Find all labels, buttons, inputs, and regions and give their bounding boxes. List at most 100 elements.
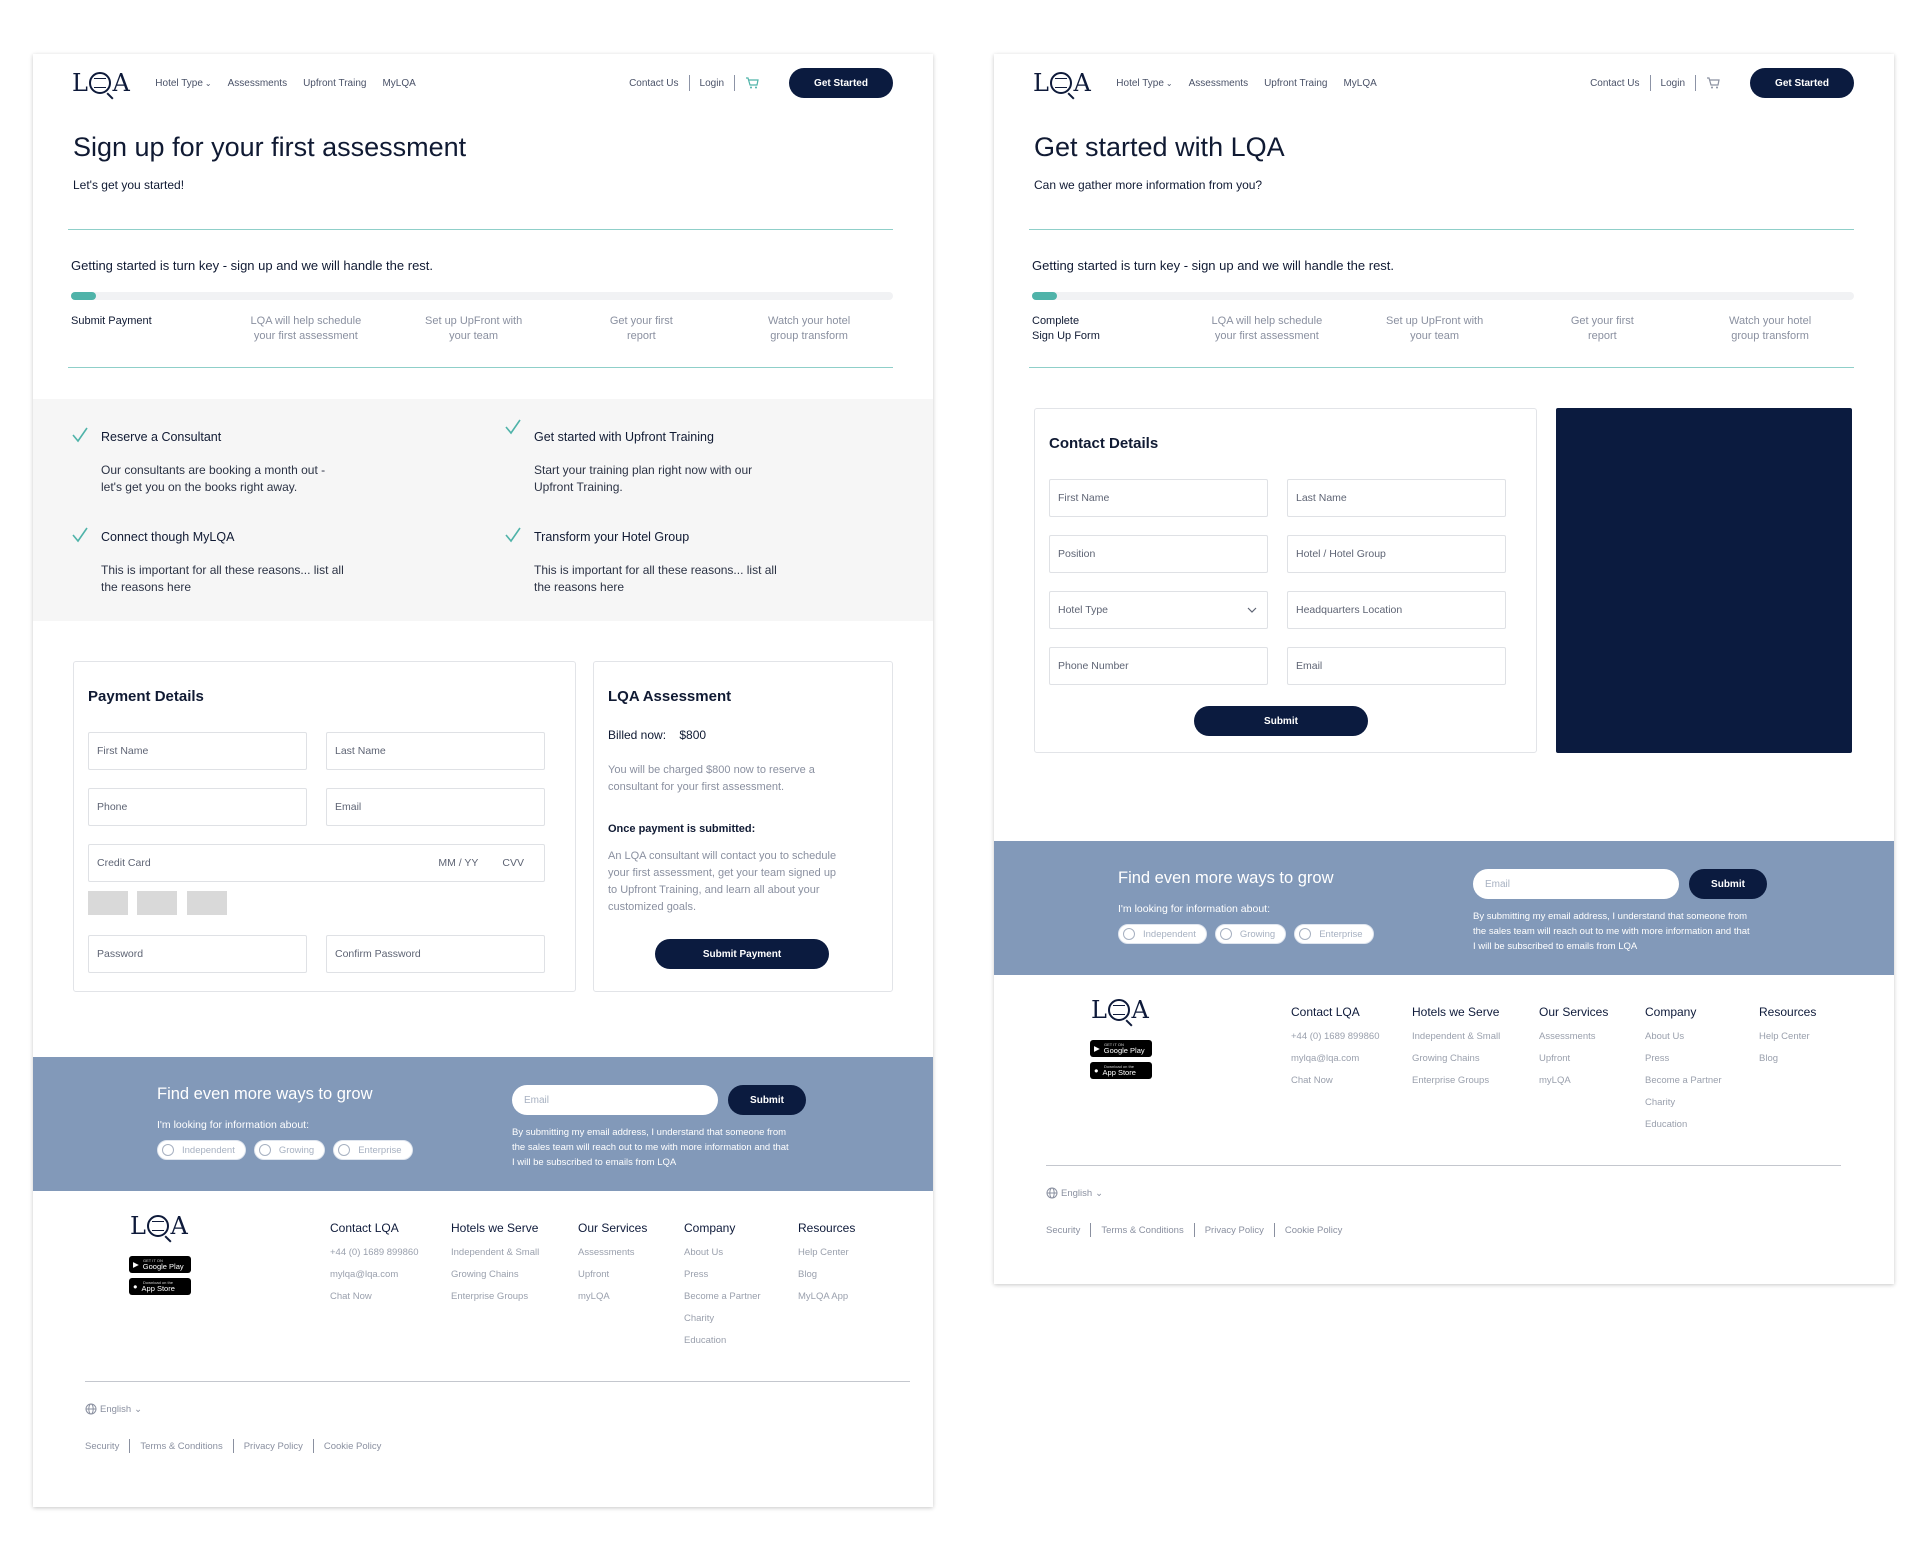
footer-logo[interactable]: LA	[130, 1212, 188, 1240]
footer-link[interactable]: +44 (0) 1689 899860	[330, 1247, 418, 1258]
footer-link[interactable]: Upfront	[1539, 1053, 1608, 1064]
step-1: Submit Payment	[71, 315, 152, 327]
legal-privacy[interactable]: Privacy Policy	[244, 1441, 303, 1452]
newsletter-submit-button[interactable]: Submit	[1689, 869, 1767, 899]
radio-circle-icon	[258, 1144, 271, 1156]
radio-independent[interactable]: Independent	[157, 1140, 246, 1160]
position-input[interactable]: Position	[1049, 535, 1268, 573]
radio-independent[interactable]: Independent	[1118, 924, 1207, 944]
nav-contact-us[interactable]: Contact Us	[1590, 78, 1639, 89]
first-name-input[interactable]: First Name	[1049, 479, 1268, 517]
hotel-type-select[interactable]: Hotel Type	[1049, 591, 1268, 629]
footer-link[interactable]: myLQA	[1539, 1075, 1608, 1086]
nav-contact-us[interactable]: Contact Us	[629, 78, 678, 89]
nav-mylqa[interactable]: MyLQA	[1343, 78, 1376, 89]
footer-link[interactable]: Charity	[684, 1313, 761, 1324]
footer-link[interactable]: MyLQA App	[798, 1291, 855, 1302]
footer-link[interactable]: Enterprise Groups	[451, 1291, 539, 1302]
benefit-upfront-training: Get started with Upfront Training Start …	[505, 419, 834, 496]
footer-link[interactable]: +44 (0) 1689 899860	[1291, 1031, 1379, 1042]
nav-hotel-type[interactable]: Hotel Type ⌄	[1116, 78, 1172, 89]
cart-icon[interactable]	[1706, 77, 1720, 89]
nav-upfront-training[interactable]: Upfront Traing	[1264, 78, 1327, 89]
radio-growing[interactable]: Growing	[253, 1140, 326, 1160]
headquarters-input[interactable]: Headquarters Location	[1287, 591, 1506, 629]
submit-button[interactable]: Submit	[1194, 706, 1368, 736]
hotel-group-input[interactable]: Hotel / Hotel Group	[1287, 535, 1506, 573]
get-started-button[interactable]: Get Started	[1750, 68, 1854, 98]
footer-link[interactable]: Education	[1645, 1119, 1722, 1130]
footer-link[interactable]: Chat Now	[1291, 1075, 1379, 1086]
footer-link[interactable]: Blog	[1759, 1053, 1816, 1064]
legal-terms[interactable]: Terms & Conditions	[140, 1441, 222, 1452]
radio-enterprise[interactable]: Enterprise	[333, 1140, 413, 1160]
phone-number-input[interactable]: Phone Number	[1049, 647, 1268, 685]
confirm-password-input[interactable]: Confirm Password	[326, 935, 545, 973]
language-selector[interactable]: English ⌄	[1046, 1187, 1103, 1199]
legal-terms[interactable]: Terms & Conditions	[1101, 1225, 1183, 1236]
app-store-badge[interactable]: ● Download on the App Store	[129, 1278, 191, 1295]
legal-privacy[interactable]: Privacy Policy	[1205, 1225, 1264, 1236]
credit-card-input[interactable]: Credit Card MM / YY CVV	[88, 844, 545, 882]
footer-link[interactable]: Help Center	[798, 1247, 855, 1258]
footer-link[interactable]: Education	[684, 1335, 761, 1346]
password-input[interactable]: Password	[88, 935, 307, 973]
legal-cookie[interactable]: Cookie Policy	[1285, 1225, 1343, 1236]
chevron-down-icon: ⌄	[204, 78, 212, 88]
footer-link[interactable]: Independent & Small	[1412, 1031, 1500, 1042]
footer-link[interactable]: Become a Partner	[1645, 1075, 1722, 1086]
footer-link[interactable]: Press	[1645, 1053, 1722, 1064]
nav-assessments[interactable]: Assessments	[1189, 78, 1248, 89]
email-input[interactable]: Email	[1287, 647, 1506, 685]
phone-input[interactable]: Phone	[88, 788, 307, 826]
nav-login[interactable]: Login	[1661, 78, 1685, 89]
legal-cookie[interactable]: Cookie Policy	[324, 1441, 382, 1452]
nav-mylqa[interactable]: MyLQA	[382, 78, 415, 89]
footer-link[interactable]: myLQA	[578, 1291, 647, 1302]
footer-link[interactable]: Enterprise Groups	[1412, 1075, 1500, 1086]
footer-link[interactable]: Upfront	[578, 1269, 647, 1280]
newsletter-email-input[interactable]: Email	[1473, 869, 1679, 899]
footer-logo[interactable]: LA	[1091, 996, 1149, 1024]
nav-upfront-training[interactable]: Upfront Traing	[303, 78, 366, 89]
footer-link[interactable]: About Us	[1645, 1031, 1722, 1042]
submit-payment-button[interactable]: Submit Payment	[655, 939, 829, 969]
app-store-badge[interactable]: ● Download on the App Store	[1090, 1062, 1152, 1079]
google-play-badge[interactable]: ▶ GET IT ON Google Play	[1090, 1040, 1152, 1057]
footer-link[interactable]: mylqa@lqa.com	[1291, 1053, 1379, 1064]
newsletter-email-input[interactable]: Email	[512, 1085, 718, 1115]
newsletter-submit-button[interactable]: Submit	[728, 1085, 806, 1115]
first-name-input[interactable]: First Name	[88, 732, 307, 770]
nav-login[interactable]: Login	[700, 78, 724, 89]
cart-icon[interactable]	[745, 77, 759, 89]
email-input[interactable]: Email	[326, 788, 545, 826]
legal-security[interactable]: Security	[1046, 1225, 1080, 1236]
legal-security[interactable]: Security	[85, 1441, 119, 1452]
footer-link[interactable]: Chat Now	[330, 1291, 418, 1302]
footer-link[interactable]: Press	[684, 1269, 761, 1280]
language-selector[interactable]: English ⌄	[85, 1403, 142, 1415]
last-name-input[interactable]: Last Name	[326, 732, 545, 770]
last-name-input[interactable]: Last Name	[1287, 479, 1506, 517]
footer-link[interactable]: Charity	[1645, 1097, 1722, 1108]
footer-link[interactable]: Help Center	[1759, 1031, 1816, 1042]
progress-fill	[71, 292, 96, 300]
lqa-logo[interactable]: LA	[1033, 69, 1091, 97]
footer-link[interactable]: mylqa@lqa.com	[330, 1269, 418, 1280]
radio-growing[interactable]: Growing	[1214, 924, 1287, 944]
footer-link[interactable]: Independent & Small	[451, 1247, 539, 1258]
google-play-badge[interactable]: ▶ GET IT ON Google Play	[129, 1256, 191, 1273]
lqa-logo[interactable]: LA	[72, 69, 130, 97]
footer-link[interactable]: Become a Partner	[684, 1291, 761, 1302]
apple-icon: ●	[1094, 1066, 1099, 1075]
footer-link[interactable]: Assessments	[1539, 1031, 1608, 1042]
get-started-button[interactable]: Get Started	[789, 68, 893, 98]
radio-enterprise[interactable]: Enterprise	[1294, 924, 1374, 944]
footer-link[interactable]: Assessments	[578, 1247, 647, 1258]
nav-hotel-type[interactable]: Hotel Type ⌄	[155, 78, 211, 89]
footer-link[interactable]: Growing Chains	[451, 1269, 539, 1280]
nav-assessments[interactable]: Assessments	[228, 78, 287, 89]
footer-link[interactable]: Growing Chains	[1412, 1053, 1500, 1064]
footer-link[interactable]: About Us	[684, 1247, 761, 1258]
footer-link[interactable]: Blog	[798, 1269, 855, 1280]
